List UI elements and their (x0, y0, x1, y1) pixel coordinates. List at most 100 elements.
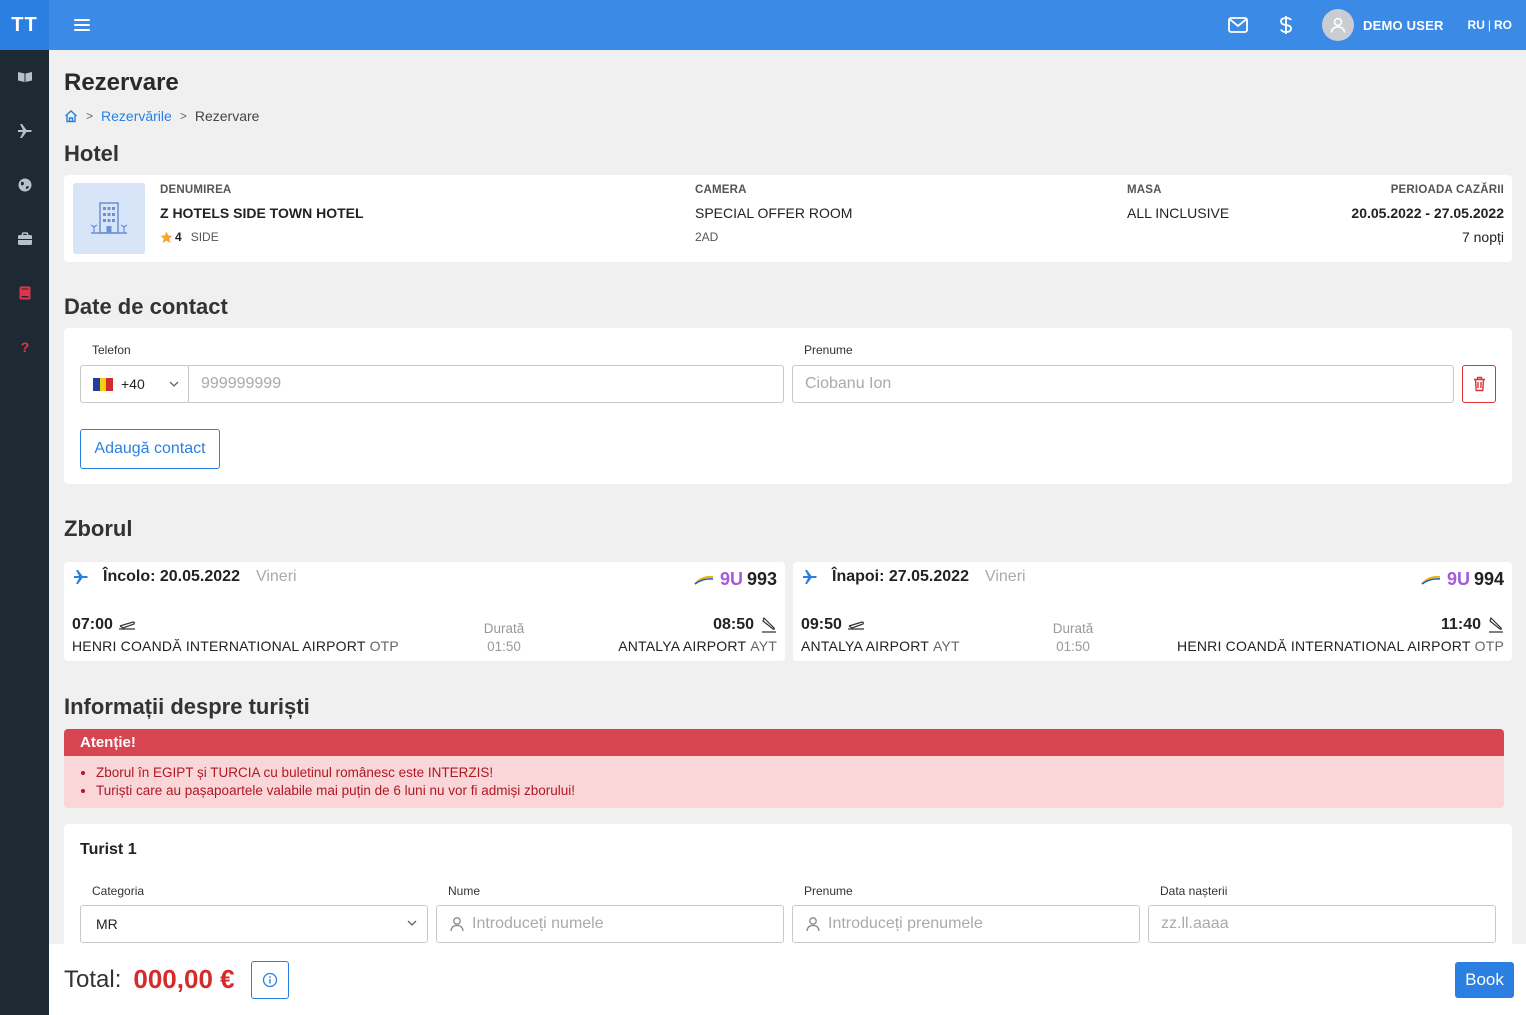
user-name[interactable]: DEMO USER (1363, 18, 1444, 33)
tourist-title: Turist 1 (80, 841, 137, 858)
breadcrumb-bookings[interactable]: Rezervările (101, 108, 172, 124)
sidebar-item-bookings[interactable] (0, 266, 49, 320)
alert-item: Turiști care au pașapoartele valabile ma… (96, 782, 1504, 800)
outbound-arr-iata: AYT (750, 638, 777, 654)
mail-icon[interactable] (1226, 13, 1250, 37)
outbound-date: Încolo: 20.05.2022 (103, 568, 240, 585)
inbound-date: Înapoi: 27.05.2022 (832, 568, 969, 585)
topbar: DEMO USER RU | RO (49, 0, 1526, 50)
outbound-arr-airport: ANTALYA AIRPORT (618, 638, 747, 654)
lastname-input[interactable]: Introduceți numele (436, 905, 784, 943)
nights-count: 7 nopți (1461, 229, 1504, 245)
lang-ru[interactable]: RU (1468, 18, 1485, 32)
room-pax: 2AD (695, 230, 719, 244)
hotel-location: SIDE (190, 230, 219, 244)
phone-code: +40 (121, 376, 145, 392)
warning-alert: Atenție! Zborul în EGIPT și TURCIA cu bu… (64, 729, 1504, 808)
info-icon (262, 972, 277, 987)
book-icon (19, 286, 30, 300)
tourists-section-title: Informații despre turiști (64, 694, 310, 719)
alert-list: Zborul în EGIPT și TURCIA cu buletinul r… (64, 756, 1504, 808)
lastname-placeholder: Introduceți numele (472, 915, 604, 932)
book-button[interactable]: Book (1455, 961, 1514, 998)
sidebar-item-help[interactable]: ? (0, 320, 49, 374)
sidebar-item-catalog[interactable] (0, 50, 49, 104)
lang-ro[interactable]: RO (1494, 18, 1512, 32)
phone-country-select[interactable]: +40 (80, 365, 189, 403)
room-label: CAMERA (695, 184, 747, 196)
meal-col: MASA ALL INCLUSIVE (1127, 184, 1229, 221)
contact-section-title: Date de contact (64, 294, 228, 319)
sidebar-item-flights[interactable] (0, 104, 49, 158)
chevron-down-icon (169, 381, 179, 387)
sidebar-item-tours[interactable] (0, 158, 49, 212)
book-open-icon (17, 72, 32, 82)
outbound-duration: 01:50 (487, 639, 521, 654)
app-logo[interactable]: TT (0, 0, 49, 50)
add-contact-button[interactable]: Adaugă contact (80, 429, 220, 469)
meal-label: MASA (1127, 184, 1162, 196)
takeoff-icon (118, 621, 135, 630)
sidebar-item-packages[interactable] (0, 212, 49, 266)
language-switch: RU | RO (1468, 18, 1512, 32)
outbound-flight-number: 993 (746, 569, 777, 589)
breadcrumb-current: Rezervare (194, 108, 260, 124)
inbound-carrier-code: 9U (1446, 569, 1470, 589)
svg-text:?: ? (20, 339, 29, 355)
birthdate-input[interactable]: zz.ll.aaaa (1148, 905, 1496, 943)
page-title: Rezervare (64, 69, 179, 96)
total-label: Total: (64, 965, 122, 993)
inbound-day: Vineri (984, 568, 1026, 585)
outbound-carrier-code: 9U (719, 569, 743, 589)
tourist-card: Turist 1 Categoria MR Nume Introduceți n… (64, 824, 1512, 964)
hotel-card: DENUMIREA Z HOTELS SIDE TOWN HOTEL 4 SID… (64, 175, 1512, 262)
category-label: Categoria (92, 884, 145, 898)
help-icon: ? (20, 339, 29, 355)
meal-type: ALL INCLUSIVE (1127, 205, 1230, 221)
airline-logo-icon (694, 575, 714, 585)
firstname-label: Prenume (804, 884, 853, 898)
hotel-name-label: DENUMIREA (160, 184, 232, 196)
flight-card-outbound: Încolo: 20.05.2022 Vineri 9U 993 07:00 H… (64, 562, 785, 661)
inbound-dep-time: 09:50 (801, 616, 842, 633)
contact-firstname-input[interactable]: Ciobanu Ion (792, 365, 1454, 403)
birthdate-label: Data nașterii (1160, 884, 1228, 898)
delete-contact-button[interactable] (1462, 365, 1496, 403)
chevron-down-icon (407, 920, 417, 926)
outbound-dep-time: 07:00 (72, 616, 113, 633)
inbound-arr-airport: HENRI COANDĂ INTERNATIONAL AIRPORT (1177, 638, 1471, 654)
menu-icon[interactable] (74, 17, 90, 33)
room-col: CAMERA SPECIAL OFFER ROOM 2AD (695, 184, 852, 244)
contact-card: Telefon +40 999999999 Prenume Ciobanu Io… (64, 328, 1512, 484)
flights-section-title: Zborul (64, 516, 133, 541)
globe-icon (18, 178, 31, 192)
landing-icon (1489, 617, 1503, 633)
briefcase-icon (17, 232, 32, 245)
romania-flag-icon (93, 377, 114, 391)
phone-input[interactable]: 999999999 (188, 365, 784, 403)
footer-bar: Total: 000,00 € Book (49, 944, 1526, 1015)
outbound-day: Vineri (255, 568, 297, 585)
category-select[interactable]: MR (80, 905, 428, 943)
total-value: 000,00 € (133, 964, 235, 994)
dollar-icon[interactable] (1274, 13, 1298, 37)
plane-icon (74, 570, 88, 584)
category-value: MR (96, 916, 118, 932)
price-info-button[interactable] (250, 960, 289, 999)
plane-icon (17, 124, 32, 138)
chevron-right-icon: > (179, 109, 187, 123)
outbound-dep-iata: OTP (369, 638, 399, 654)
firstname-input[interactable]: Introduceți prenumele (792, 905, 1140, 943)
star-icon (160, 231, 173, 243)
avatar[interactable] (1322, 9, 1354, 41)
inbound-duration: 01:50 (1056, 639, 1090, 654)
outbound-dep-airport: HENRI COANDĂ INTERNATIONAL AIRPORT (72, 638, 366, 654)
home-icon[interactable] (64, 109, 78, 123)
inbound-duration-label: Durată (1052, 621, 1094, 636)
lang-separator: | (1487, 18, 1491, 32)
airline-logo-icon (1421, 575, 1441, 585)
room-type: SPECIAL OFFER ROOM (695, 205, 853, 221)
period-col: PERIOADA CAZĂRII 20.05.2022 - 27.05.2022… (1351, 184, 1504, 245)
hotel-building-icon (90, 201, 128, 234)
hotel-name-col: DENUMIREA Z HOTELS SIDE TOWN HOTEL 4 SID… (160, 184, 364, 244)
